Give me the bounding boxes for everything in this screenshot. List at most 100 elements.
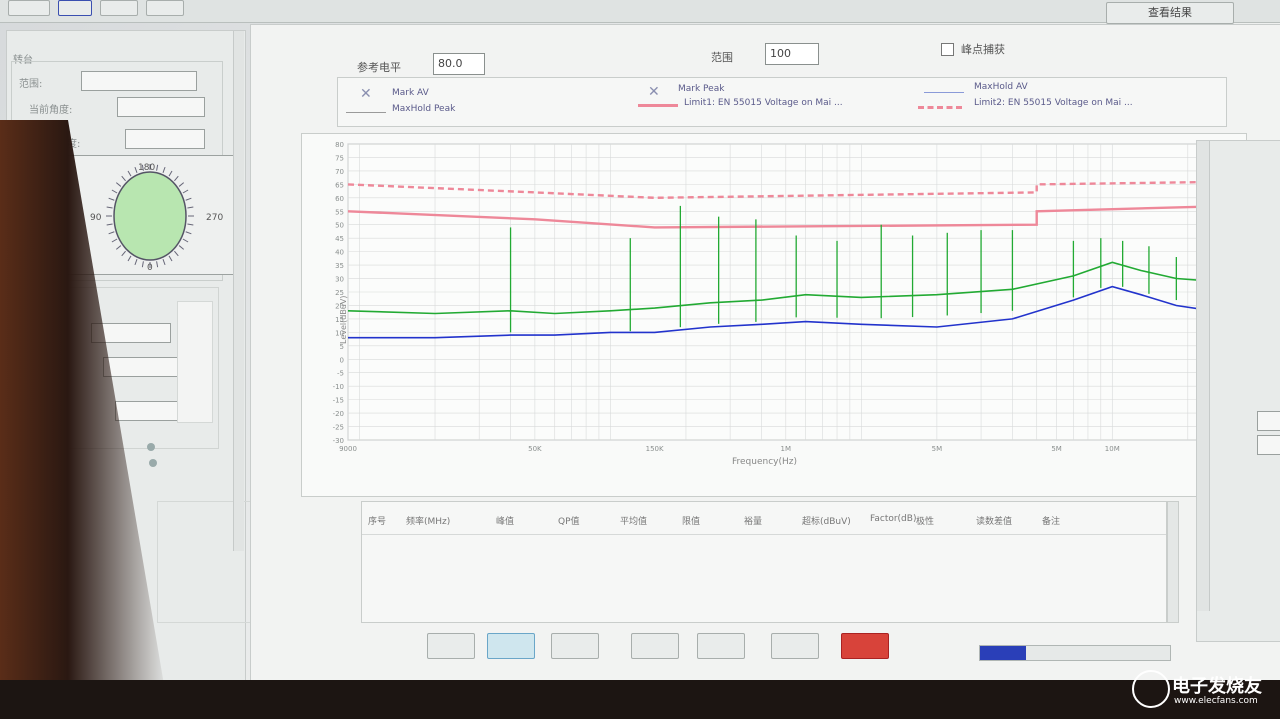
mark-peak-icon: ✕ bbox=[648, 84, 660, 100]
dial-tick bbox=[187, 206, 194, 209]
y-tick-label: 45 bbox=[335, 235, 344, 243]
dial-tick bbox=[187, 223, 194, 226]
watermark-logo-icon bbox=[1132, 670, 1170, 708]
current-angle-field[interactable] bbox=[117, 97, 205, 117]
dial-tick bbox=[168, 255, 173, 262]
emission-chart[interactable]: 80757065605550454035302520151050-5-10-15… bbox=[302, 134, 1246, 496]
bottom-button-2[interactable] bbox=[487, 633, 535, 659]
range-input[interactable]: 100 bbox=[765, 43, 819, 65]
x-tick-label: 10M bbox=[1105, 445, 1120, 453]
table-header-cell[interactable]: 备注 bbox=[1042, 514, 1060, 527]
range-field[interactable] bbox=[81, 71, 197, 91]
dial-tick bbox=[156, 261, 159, 268]
bottom-button-5[interactable] bbox=[697, 633, 745, 659]
legend-maxhold-peak: MaxHold Peak bbox=[392, 104, 456, 114]
dial-tick bbox=[134, 259, 138, 266]
ref-level-label: 参考电平 bbox=[357, 61, 401, 74]
table-header-cell[interactable]: 读数差值 bbox=[976, 514, 1012, 527]
bottom-button-6[interactable] bbox=[771, 633, 819, 659]
dial-tick bbox=[178, 182, 185, 187]
result-table: 序号 频率(MHz) 峰值 QP值 平均值 限值 裕量 超标(dBuV) Factor(dB) 极… bbox=[361, 501, 1167, 623]
dial-tick bbox=[115, 245, 122, 250]
dial-tick bbox=[121, 175, 126, 182]
monitor-bezel-bottom bbox=[0, 680, 1280, 719]
legend-mark-peak: Mark Peak bbox=[678, 84, 725, 94]
dial-tick bbox=[127, 170, 132, 177]
y-tick-label: -25 bbox=[333, 424, 344, 432]
table-header-cell[interactable]: 超标(dBuV) bbox=[802, 514, 851, 527]
table-header-cell[interactable]: 峰值 bbox=[496, 514, 514, 527]
x-tick-label: 9000 bbox=[339, 445, 357, 453]
stop-button[interactable] bbox=[841, 633, 889, 659]
chart-xlabel: Frequency(Hz) bbox=[732, 457, 797, 467]
bottom-button-1[interactable] bbox=[427, 633, 475, 659]
range-label: 范围 bbox=[711, 51, 733, 64]
view-results-button[interactable]: 查看结果 bbox=[1106, 2, 1234, 24]
dial-label-right: 270 bbox=[206, 213, 223, 223]
legend-maxhold-av: MaxHold AV bbox=[974, 82, 1028, 92]
dial-tick bbox=[115, 182, 122, 187]
watermark: 电子发烧友 www.elecfans.com bbox=[1132, 666, 1272, 714]
legend-mark-av: Mark AV bbox=[392, 88, 429, 98]
bottom-button-3[interactable] bbox=[551, 633, 599, 659]
dial-tick bbox=[134, 166, 138, 173]
current-angle-label: 当前角度: bbox=[29, 105, 73, 116]
y-tick-label: 75 bbox=[335, 154, 344, 162]
y-tick-label: 80 bbox=[335, 141, 344, 149]
table-header-cell[interactable]: 限值 bbox=[682, 514, 700, 527]
antenna-indicator bbox=[177, 301, 213, 423]
y-tick-label: 0 bbox=[340, 356, 344, 364]
dial-tick bbox=[185, 231, 192, 235]
table-header-cell[interactable]: Factor(dB) bbox=[870, 514, 916, 524]
x-tick-label: 5M bbox=[932, 445, 943, 453]
radio-option-2[interactable] bbox=[149, 459, 157, 467]
dial-tick bbox=[106, 223, 113, 226]
toolbar-button-3[interactable] bbox=[100, 0, 138, 16]
x-tick-label: 1M bbox=[781, 445, 792, 453]
table-header-cell[interactable]: QP值 bbox=[558, 514, 580, 527]
table-header-cell[interactable]: 序号 bbox=[368, 514, 386, 527]
dial-tick bbox=[121, 250, 126, 257]
toolbar-button-2[interactable] bbox=[58, 0, 92, 16]
watermark-site: www.elecfans.com bbox=[1174, 696, 1258, 706]
peak-capture-checkbox[interactable] bbox=[941, 43, 954, 56]
y-tick-label: 70 bbox=[335, 168, 344, 176]
result-table-scrollbar[interactable] bbox=[1167, 501, 1179, 623]
left-panel-scrollbar[interactable] bbox=[233, 31, 244, 551]
right-panel-scrollbar[interactable] bbox=[1197, 141, 1210, 611]
dial-tick bbox=[182, 189, 189, 194]
dial-tick bbox=[174, 250, 179, 257]
chart-ylabel: Level(dBuV) bbox=[339, 296, 348, 344]
antenna-field-2[interactable] bbox=[103, 357, 183, 377]
chart-legend: ✕ Mark AV MaxHold Peak ✕ Mark Peak Limit… bbox=[337, 77, 1227, 127]
chart-frame: 80 75 70 65 60 55 50 45 40 35 30 25 20 15 10 5 0 -5 -10 -15… bbox=[301, 133, 1247, 497]
legend-swatch-limit2 bbox=[918, 106, 962, 112]
x-tick-label: 5M bbox=[1051, 445, 1062, 453]
legend-swatch-maxhold-peak bbox=[346, 112, 386, 113]
dial-tick bbox=[111, 238, 118, 243]
table-header-cell[interactable]: 平均值 bbox=[620, 514, 647, 527]
y-tick-label: -5 bbox=[337, 370, 344, 378]
x-tick-label: 50K bbox=[528, 445, 542, 453]
bottom-button-4[interactable] bbox=[631, 633, 679, 659]
radio-option-1[interactable] bbox=[147, 443, 155, 451]
legend-swatch-limit1 bbox=[638, 104, 678, 107]
main-area: 参考电平 80.0 范围 100 峰点捕获 ✕ Mark AV MaxHold … bbox=[250, 24, 1280, 686]
y-tick-label: 30 bbox=[335, 276, 344, 284]
table-header-cell[interactable]: 裕量 bbox=[744, 514, 762, 527]
peak-capture-label: 峰点捕获 bbox=[961, 43, 1005, 56]
toolbar-button-1[interactable] bbox=[8, 0, 50, 16]
dial-tick bbox=[162, 166, 166, 173]
target-angle-field[interactable] bbox=[125, 129, 205, 149]
table-header-cell[interactable]: 频率(MHz) bbox=[406, 514, 450, 527]
x-tick-label: 150K bbox=[646, 445, 664, 453]
y-tick-label: -30 bbox=[333, 437, 344, 445]
dial-tick bbox=[182, 238, 189, 243]
right-field-1[interactable] bbox=[1257, 411, 1280, 431]
table-header-cell[interactable]: 极性 bbox=[916, 514, 934, 527]
right-field-2[interactable] bbox=[1257, 435, 1280, 455]
ref-level-input[interactable]: 80.0 bbox=[433, 53, 485, 75]
y-tick-label: -10 bbox=[333, 383, 344, 391]
toolbar-button-4[interactable] bbox=[146, 0, 184, 16]
y-tick-label: 55 bbox=[335, 208, 344, 216]
